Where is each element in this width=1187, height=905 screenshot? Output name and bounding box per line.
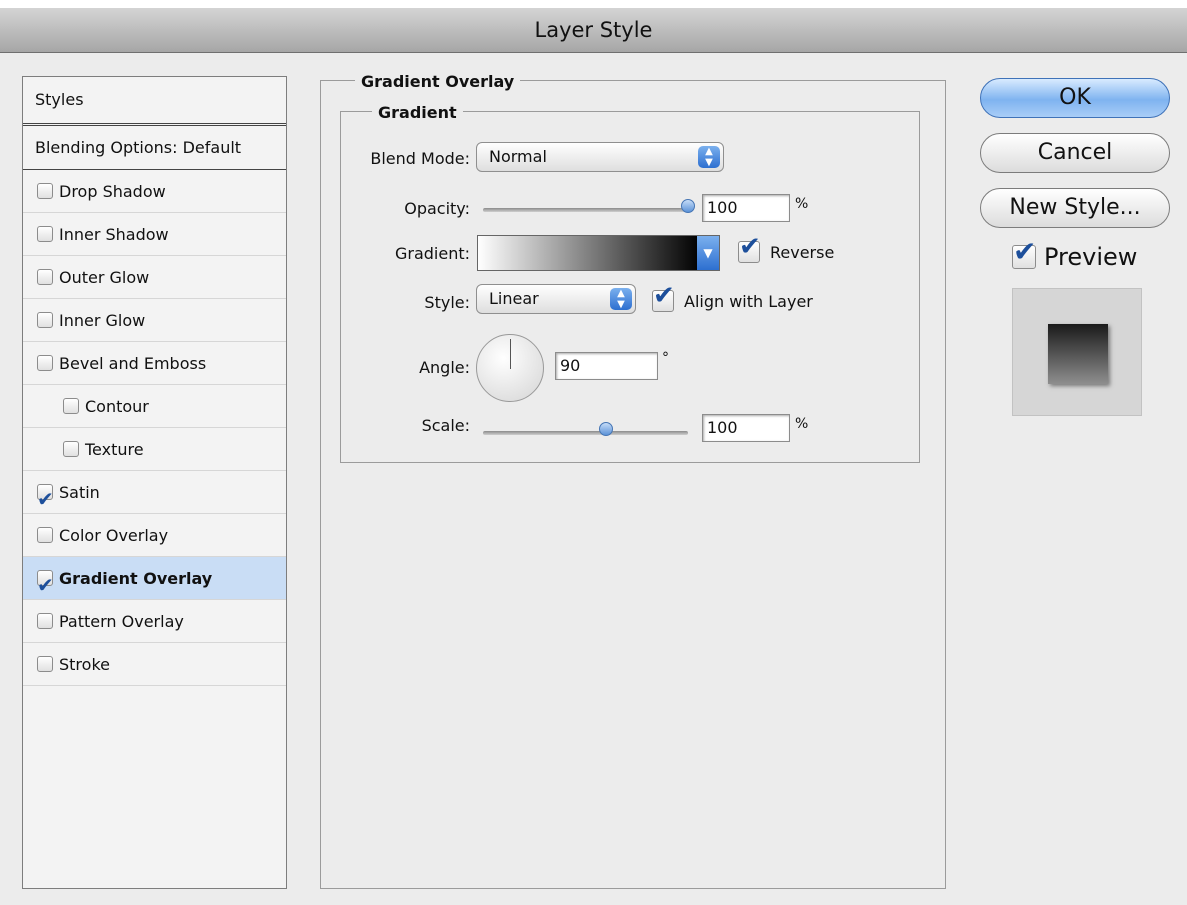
style-item-label: Contour [85, 396, 149, 416]
styles-list: Styles Blending Options: Default Drop Sh… [22, 76, 287, 889]
style-select[interactable]: Linear ▲ ▼ [476, 284, 636, 314]
preview-label: Preview [1044, 243, 1138, 271]
style-checkbox[interactable] [37, 613, 53, 629]
preview-checkmark-icon[interactable] [1012, 235, 1036, 269]
style-checkbox[interactable] [37, 478, 54, 521]
style-item-inner-glow[interactable]: Inner Glow [23, 299, 286, 342]
style-item-stroke[interactable]: Stroke [23, 643, 286, 686]
ok-button[interactable]: OK [980, 78, 1170, 118]
gradient-label: Gradient: [394, 244, 470, 263]
style-checkbox[interactable] [37, 183, 53, 199]
scale-input[interactable]: 100 [702, 414, 790, 442]
style-checkbox[interactable] [37, 269, 53, 285]
style-checkbox[interactable] [37, 527, 53, 543]
style-item-label: Inner Glow [59, 310, 146, 330]
style-item-label: Drop Shadow [59, 181, 166, 201]
caption-strip [0, 0, 1187, 8]
align-with-layer-label: Align with Layer [684, 291, 813, 311]
gradient-group-title: Gradient [372, 103, 463, 122]
angle-unit: ° [662, 350, 669, 366]
style-item-satin[interactable]: Satin [23, 471, 286, 521]
opacity-label: Opacity: [404, 199, 470, 218]
style-preview-thumbnail [1012, 288, 1142, 416]
style-checkbox[interactable] [37, 226, 53, 242]
style-item-color-overlay[interactable]: Color Overlay [23, 514, 286, 557]
style-item-label: Pattern Overlay [59, 611, 184, 631]
align-checkmark-icon[interactable] [652, 281, 675, 312]
scale-unit: % [795, 416, 809, 432]
opacity-slider[interactable] [483, 208, 688, 212]
updown-arrows-icon: ▲ ▼ [610, 288, 632, 310]
style-item-label: Satin [59, 482, 100, 502]
style-item-label: Inner Shadow [59, 224, 169, 244]
styles-header[interactable]: Styles [23, 77, 286, 126]
style-item-contour[interactable]: Contour [23, 385, 286, 428]
opacity-slider-thumb[interactable] [681, 199, 695, 213]
style-item-label: Stroke [59, 654, 110, 674]
new-style-button[interactable]: New Style... [980, 188, 1170, 228]
blending-options-item[interactable]: Blending Options: Default [23, 126, 286, 170]
angle-input[interactable]: 90 [555, 352, 658, 380]
scale-slider[interactable] [483, 431, 688, 435]
style-item-inner-shadow[interactable]: Inner Shadow [23, 213, 286, 256]
scale-slider-thumb[interactable] [599, 422, 613, 436]
angle-dial[interactable] [476, 334, 544, 402]
scale-label: Scale: [421, 416, 470, 435]
updown-arrows-icon: ▲ ▼ [698, 146, 720, 168]
style-item-gradient-overlay[interactable]: Gradient Overlay [23, 557, 286, 607]
style-label: Style: [424, 293, 470, 312]
style-item-label: Outer Glow [59, 267, 150, 287]
preview-square [1048, 324, 1108, 384]
style-item-outer-glow[interactable]: Outer Glow [23, 256, 286, 299]
blend-mode-select[interactable]: Normal ▲ ▼ [476, 142, 724, 172]
style-item-bevel-and-emboss[interactable]: Bevel and Emboss [23, 342, 286, 385]
style-checkbox[interactable] [37, 355, 53, 371]
style-item-drop-shadow[interactable]: Drop Shadow [23, 170, 286, 213]
align-with-layer-checkbox[interactable]: Align with Layer [652, 281, 813, 312]
opacity-unit: % [795, 196, 809, 212]
reverse-label: Reverse [770, 242, 835, 262]
style-item-texture[interactable]: Texture [23, 428, 286, 471]
gradient-picker[interactable]: ▼ [477, 235, 720, 271]
angle-label: Angle: [419, 358, 470, 377]
style-checkbox[interactable] [37, 656, 53, 672]
opacity-input[interactable]: 100 [702, 194, 790, 222]
reverse-checkbox[interactable]: Reverse [738, 232, 835, 263]
blend-mode-value: Normal [489, 147, 547, 166]
style-item-label: Texture [85, 439, 144, 459]
style-checkbox[interactable] [37, 564, 54, 607]
window-title: Layer Style [0, 8, 1187, 53]
panel-title: Gradient Overlay [355, 72, 521, 91]
style-item-label: Color Overlay [59, 525, 169, 545]
dropdown-arrow-icon[interactable]: ▼ [697, 236, 719, 270]
style-item-pattern-overlay[interactable]: Pattern Overlay [23, 600, 286, 643]
style-value: Linear [489, 289, 539, 308]
reverse-checkmark-icon[interactable] [738, 232, 761, 263]
blend-mode-label: Blend Mode: [370, 149, 470, 168]
style-checkbox[interactable] [63, 398, 79, 414]
style-checkbox[interactable] [37, 312, 53, 328]
style-item-label: Gradient Overlay [59, 568, 213, 588]
preview-checkbox[interactable]: Preview [1012, 235, 1138, 271]
style-item-label: Bevel and Emboss [59, 353, 207, 373]
style-checkbox[interactable] [63, 441, 79, 457]
cancel-button[interactable]: Cancel [980, 133, 1170, 173]
